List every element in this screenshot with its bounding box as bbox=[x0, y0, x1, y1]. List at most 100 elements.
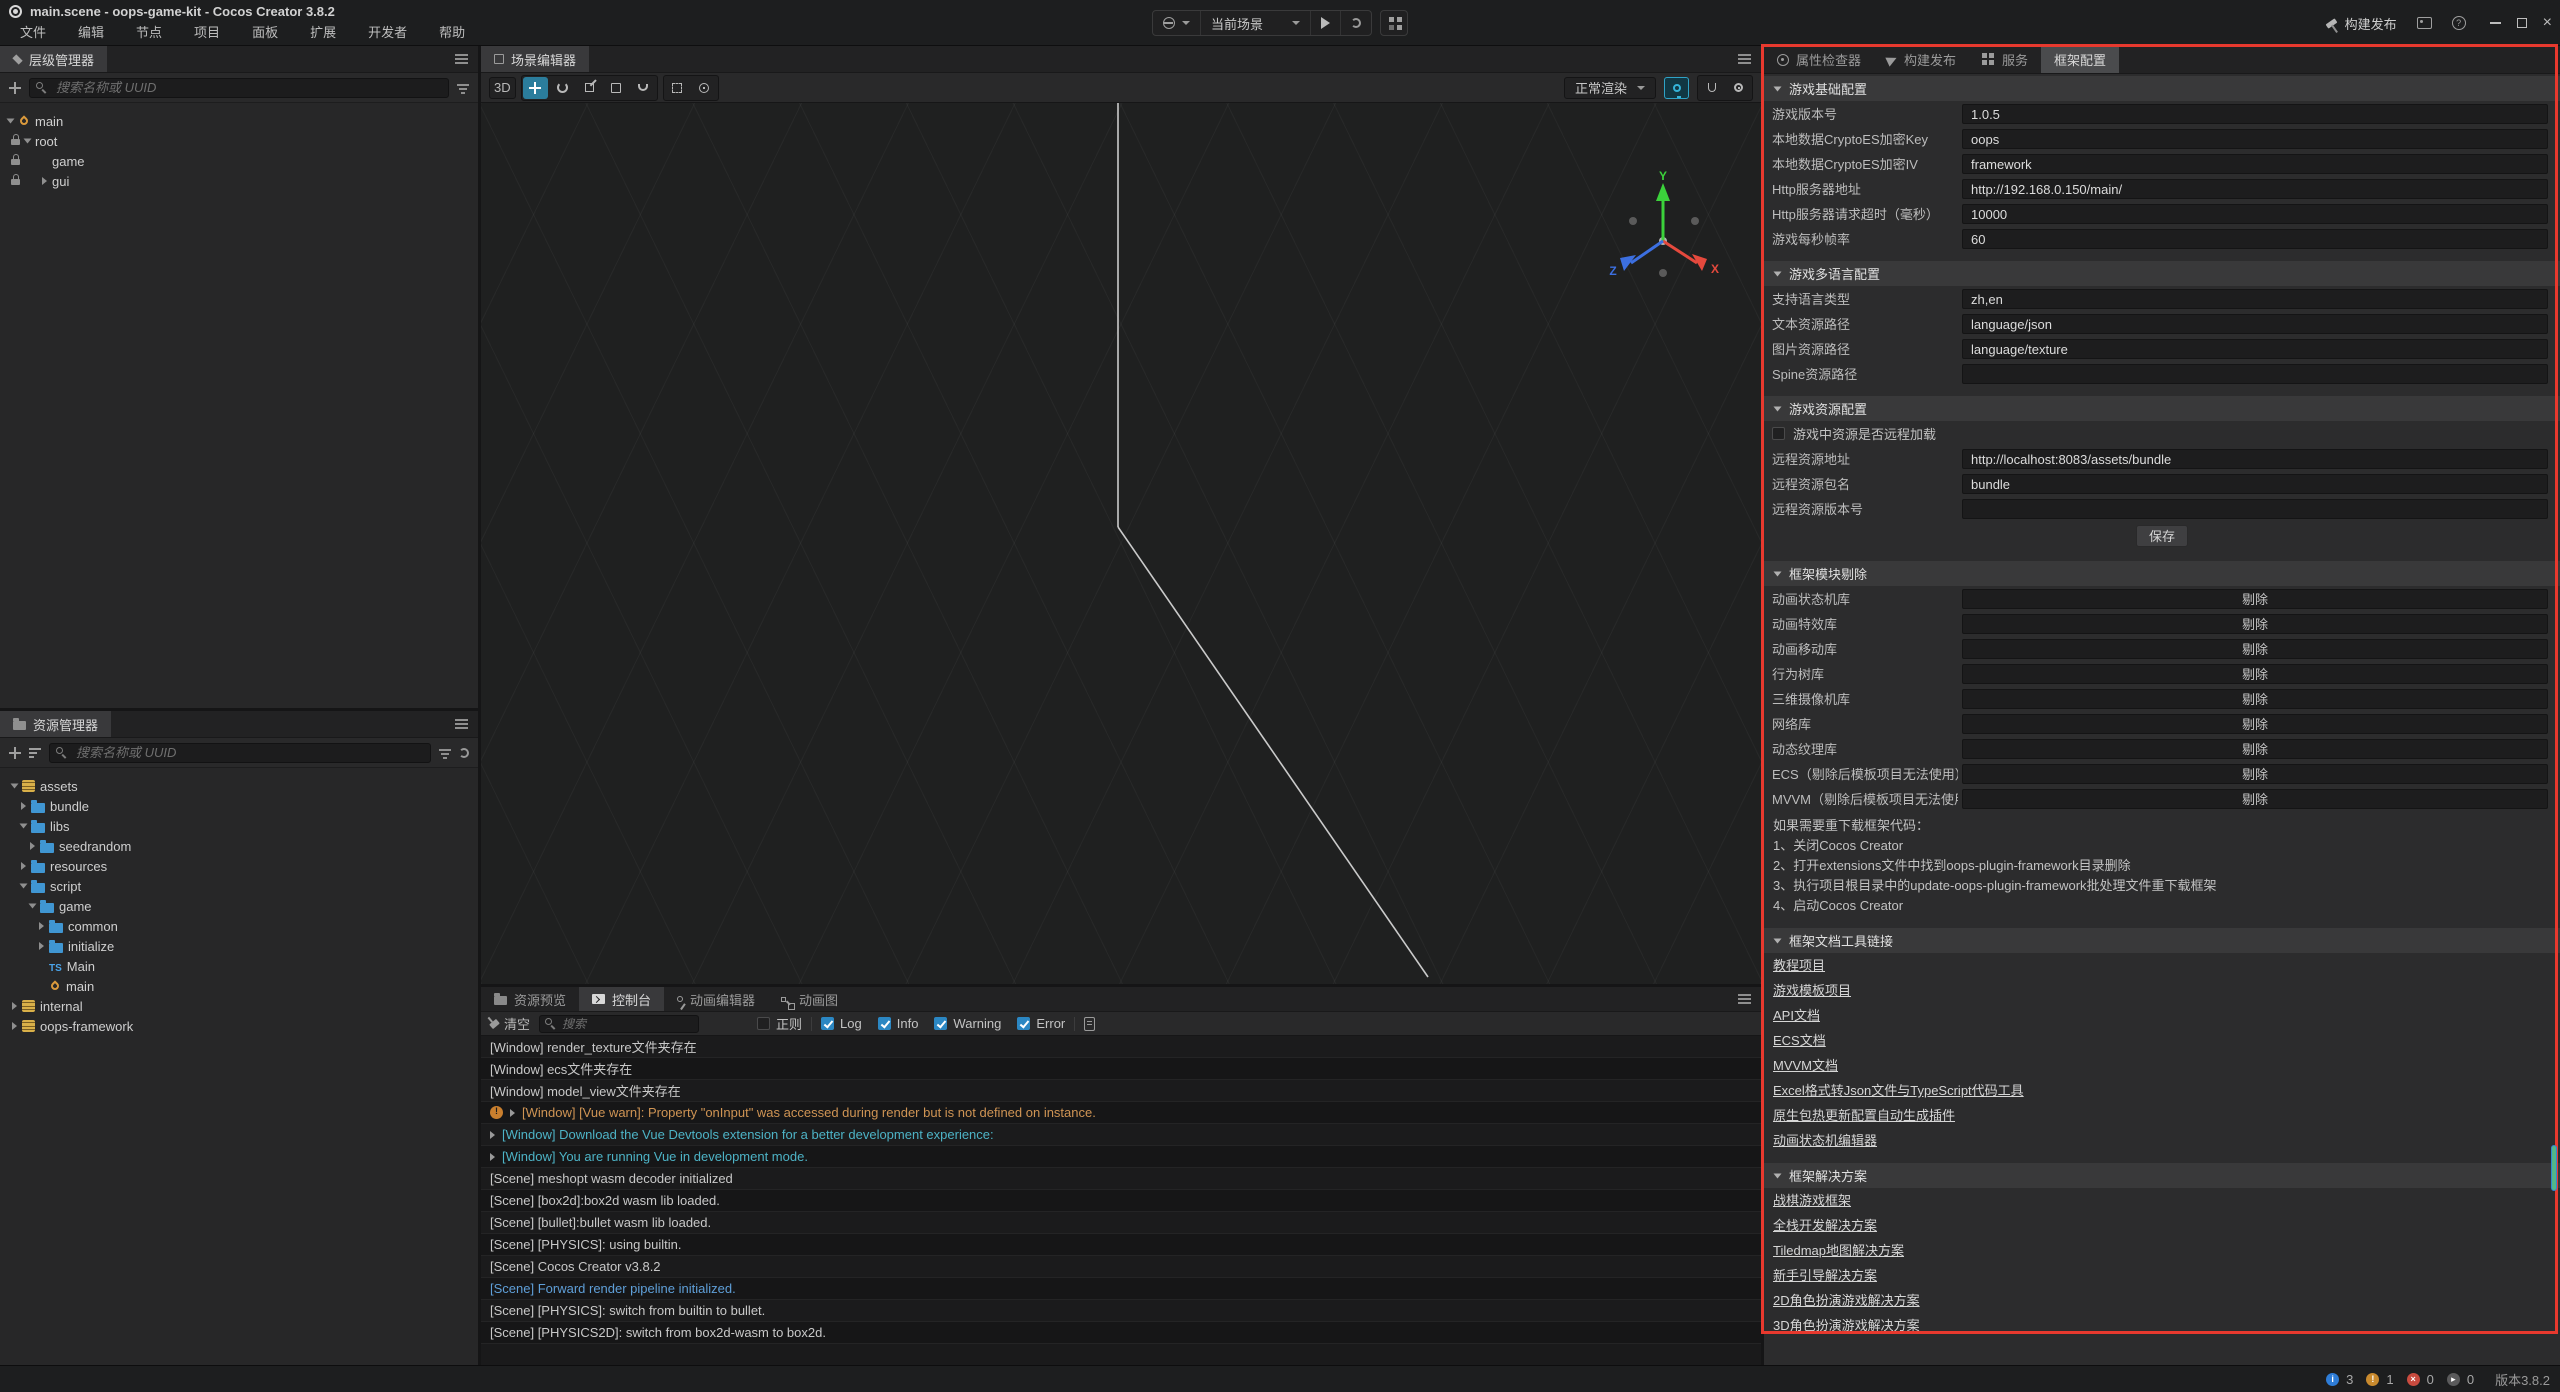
screenshot-icon[interactable] bbox=[2417, 17, 2432, 29]
sort-icon[interactable] bbox=[29, 748, 41, 750]
menu-item[interactable]: 面板 bbox=[236, 19, 294, 44]
doc-link[interactable]: API文档 bbox=[1773, 1003, 1820, 1028]
tab-scene-editor[interactable]: 场景编辑器 bbox=[481, 46, 589, 72]
doc-link[interactable]: 教程项目 bbox=[1773, 953, 1825, 978]
tree-node[interactable]: game bbox=[0, 151, 478, 171]
tree-node[interactable]: libs bbox=[0, 816, 478, 836]
tab-framework-config[interactable]: 框架配置 bbox=[2041, 46, 2119, 73]
log-row[interactable]: [Scene] [box2d]:box2d wasm lib loaded. bbox=[481, 1190, 1761, 1212]
field-input[interactable]: http://localhost:8083/assets/bundle bbox=[1962, 449, 2548, 469]
help-icon[interactable] bbox=[2452, 16, 2466, 30]
log-filter-checkbox[interactable]: Info bbox=[878, 1016, 919, 1031]
field-input[interactable]: language/json bbox=[1962, 314, 2548, 334]
log-file-icon[interactable] bbox=[1084, 1017, 1095, 1031]
checkbox-checked-icon[interactable] bbox=[1017, 1017, 1030, 1030]
panel-menu-icon[interactable] bbox=[455, 723, 468, 725]
menu-item[interactable]: 编辑 bbox=[62, 19, 120, 44]
scene-settings-button[interactable] bbox=[1726, 77, 1751, 99]
section-header-resources[interactable]: 游戏资源配置 bbox=[1764, 396, 2560, 421]
doc-link[interactable]: Excel格式转Json文件与TypeScript代码工具 bbox=[1773, 1078, 2024, 1103]
refresh-icon[interactable] bbox=[459, 748, 469, 758]
scene-select[interactable]: 当前场景 bbox=[1201, 11, 1311, 35]
close-button[interactable] bbox=[2543, 18, 2552, 28]
expander-icon[interactable] bbox=[39, 942, 44, 950]
clear-console-button[interactable]: 清空 bbox=[490, 1014, 530, 1033]
doc-link[interactable]: 动画状态机编辑器 bbox=[1773, 1128, 1877, 1153]
panel-menu-icon[interactable] bbox=[455, 58, 468, 60]
tab-hierarchy[interactable]: 层级管理器 bbox=[0, 46, 107, 72]
regex-checkbox[interactable]: 正则 bbox=[757, 1014, 802, 1033]
log-filter-checkbox[interactable]: Warning bbox=[934, 1016, 1001, 1031]
tree-node[interactable]: main bbox=[0, 111, 478, 131]
log-row[interactable]: [Scene] Forward render pipeline initiali… bbox=[481, 1278, 1761, 1300]
solution-link[interactable]: 3D角色扮演游戏解决方案 bbox=[1773, 1313, 1920, 1338]
log-row[interactable]: [Window] ecs文件夹存在 bbox=[481, 1058, 1761, 1080]
field-input[interactable]: bundle bbox=[1962, 474, 2548, 494]
field-input[interactable]: zh,en bbox=[1962, 289, 2548, 309]
field-input[interactable]: http://192.168.0.150/main/ bbox=[1962, 179, 2548, 199]
scene-gizmo-visibility-button[interactable] bbox=[1699, 77, 1724, 99]
scrollbar-thumb[interactable] bbox=[2551, 1145, 2557, 1191]
expander-icon[interactable] bbox=[21, 862, 26, 870]
remove-module-button[interactable]: 剔除 bbox=[1962, 739, 2548, 759]
tree-node[interactable]: oops-framework bbox=[0, 1016, 478, 1036]
menu-item[interactable]: 项目 bbox=[178, 19, 236, 44]
panel-menu-icon[interactable] bbox=[1738, 998, 1751, 1000]
lock-icon[interactable] bbox=[11, 159, 20, 165]
solution-link[interactable]: 新手引导解决方案 bbox=[1773, 1263, 1877, 1288]
restart-button[interactable] bbox=[1341, 11, 1371, 35]
tree-node[interactable]: script bbox=[0, 876, 478, 896]
expander-icon[interactable] bbox=[42, 177, 47, 185]
log-filter-checkbox[interactable]: Error bbox=[1017, 1016, 1065, 1031]
rect-tool-button[interactable] bbox=[604, 77, 629, 99]
section-header-docs[interactable]: 框架文档工具链接 bbox=[1764, 928, 2560, 953]
solution-link[interactable]: Tiledmap地图解决方案 bbox=[1773, 1238, 1904, 1263]
expand-chevron-icon[interactable] bbox=[490, 1153, 495, 1161]
log-row[interactable]: [Window] You are running Vue in developm… bbox=[481, 1146, 1761, 1168]
remote-load-checkbox-row[interactable]: 游戏中资源是否远程加载 bbox=[1764, 421, 2560, 446]
tab-asset-preview[interactable]: 资源预览 bbox=[481, 987, 579, 1011]
info-count-icon[interactable] bbox=[2326, 1373, 2339, 1386]
remove-module-button[interactable]: 剔除 bbox=[1962, 689, 2548, 709]
tab-services[interactable]: 服务 bbox=[1969, 46, 2041, 73]
tab-inspector[interactable]: 属性检查器 bbox=[1764, 46, 1874, 73]
checkbox-checked-icon[interactable] bbox=[821, 1017, 834, 1030]
field-input[interactable] bbox=[1962, 364, 2548, 384]
field-input[interactable]: oops bbox=[1962, 129, 2548, 149]
expander-icon[interactable] bbox=[30, 842, 35, 850]
doc-link[interactable]: 原生包热更新配置自动生成插件 bbox=[1773, 1103, 1955, 1128]
field-input[interactable]: language/texture bbox=[1962, 339, 2548, 359]
expander-icon[interactable] bbox=[12, 1002, 17, 1010]
remove-module-button[interactable]: 剔除 bbox=[1962, 614, 2548, 634]
tree-node[interactable]: assets bbox=[0, 776, 478, 796]
expander-icon[interactable] bbox=[24, 139, 32, 144]
log-row[interactable]: [Window] model_view文件夹存在 bbox=[481, 1080, 1761, 1102]
error-count-icon[interactable] bbox=[2407, 1373, 2420, 1386]
tree-node[interactable]: Main bbox=[0, 956, 478, 976]
tab-animation-editor[interactable]: 动画编辑器 bbox=[664, 987, 768, 1011]
gizmo-space-button[interactable] bbox=[692, 77, 717, 99]
field-input[interactable]: 1.0.5 bbox=[1962, 104, 2548, 124]
section-header-basic[interactable]: 游戏基础配置 bbox=[1764, 76, 2560, 101]
scale-tool-button[interactable] bbox=[577, 77, 602, 99]
create-node-button[interactable] bbox=[9, 82, 21, 94]
menu-item[interactable]: 帮助 bbox=[423, 19, 481, 44]
scene-light-toggle[interactable] bbox=[1664, 77, 1689, 99]
filter-icon[interactable] bbox=[439, 749, 451, 751]
log-row[interactable]: [Window] render_texture文件夹存在 bbox=[481, 1036, 1761, 1058]
tab-console[interactable]: 控制台 bbox=[579, 987, 664, 1011]
expander-icon[interactable] bbox=[20, 824, 28, 829]
doc-link[interactable]: MVVM文档 bbox=[1773, 1053, 1838, 1078]
assets-search-input[interactable] bbox=[49, 743, 431, 763]
tree-node[interactable]: common bbox=[0, 916, 478, 936]
panel-menu-icon[interactable] bbox=[1738, 58, 1751, 60]
expander-icon[interactable] bbox=[29, 904, 37, 909]
anchor-tool-button[interactable] bbox=[631, 77, 656, 99]
tab-assets[interactable]: 资源管理器 bbox=[0, 711, 111, 737]
task-count-icon[interactable] bbox=[2447, 1373, 2460, 1386]
field-input[interactable]: 10000 bbox=[1962, 204, 2548, 224]
remove-module-button[interactable]: 剔除 bbox=[1962, 589, 2548, 609]
solution-link[interactable]: 2D角色扮演游戏解决方案 bbox=[1773, 1288, 1920, 1313]
tree-node[interactable]: gui bbox=[0, 171, 478, 191]
tree-node[interactable]: root bbox=[0, 131, 478, 151]
